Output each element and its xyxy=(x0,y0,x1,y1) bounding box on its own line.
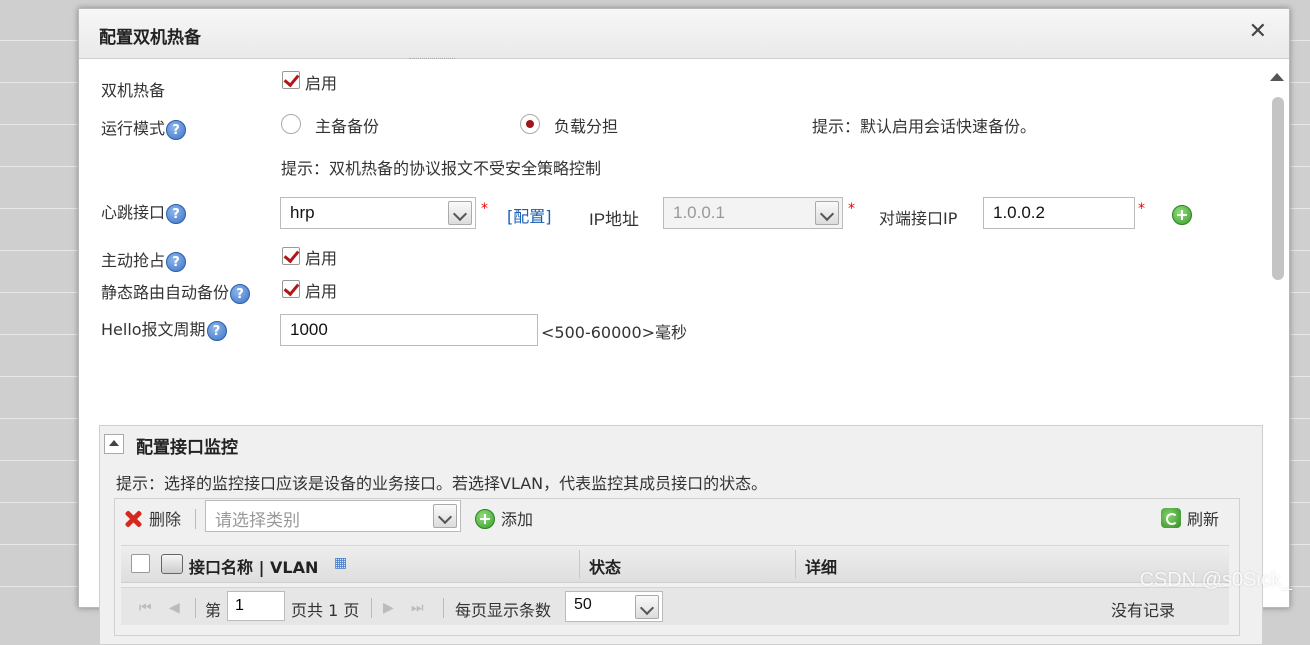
help-icon[interactable]: ? xyxy=(166,251,187,272)
heartbeat-interface-select[interactable]: hrp xyxy=(280,197,476,229)
prev-page-icon[interactable]: ◀ xyxy=(169,600,180,616)
pager-divider xyxy=(195,598,196,618)
interface-grid: 删除 请选择类别 添加 刷新 接口名称 | VLAN ▦ 状态 详细 ⏮ ◀ 第… xyxy=(114,498,1240,636)
grid-pager: ⏮ ◀ 第 页共 1 页 ▶ ⏭ 每页显示条数 50 没有记录 xyxy=(121,587,1229,625)
add-peer-icon[interactable] xyxy=(1172,205,1192,225)
pager-divider xyxy=(371,598,372,618)
refresh-button[interactable]: 刷新 xyxy=(1187,506,1219,530)
category-select[interactable]: 请选择类别 xyxy=(205,500,461,532)
interface-icon xyxy=(161,554,183,574)
add-button[interactable]: 添加 xyxy=(501,506,533,530)
next-page-icon[interactable]: ▶ xyxy=(383,600,394,616)
select-all-checkbox[interactable] xyxy=(131,554,150,573)
interface-monitor-panel: 配置接口监控 提示：选择的监控接口应该是设备的业务接口。若选择VLAN，代表监控… xyxy=(99,425,1263,645)
toolbar-divider xyxy=(195,509,196,529)
static-route-backup-label: 静态路由自动备份? xyxy=(101,279,251,304)
column-divider[interactable] xyxy=(795,550,796,578)
protocol-hint: 提示：双机热备的协议报文不受安全策略控制 xyxy=(281,159,602,178)
page-prefix: 第 xyxy=(205,601,222,620)
dropdown-arrow-icon[interactable] xyxy=(448,201,472,225)
dropdown-arrow-icon xyxy=(815,201,839,225)
first-page-icon[interactable]: ⏮ xyxy=(139,600,152,616)
page-suffix: 页共 1 页 xyxy=(291,601,360,620)
scrollbar-thumb[interactable] xyxy=(1272,97,1284,280)
help-icon[interactable]: ? xyxy=(166,119,187,140)
close-icon[interactable]: ✕ xyxy=(1249,19,1267,44)
monitor-hint: 提示：选择的监控接口应该是设备的业务接口。若选择VLAN，代表监控其成员接口的状… xyxy=(116,474,768,493)
required-mark: * xyxy=(848,201,855,217)
dialog-header: 配置双机热备 ✕ xyxy=(79,9,1289,59)
option-active-standby-label: 主备备份 xyxy=(315,117,380,136)
column-divider[interactable] xyxy=(579,550,580,578)
column-status[interactable]: 状态 xyxy=(589,554,621,578)
static-route-enable-label: 启用 xyxy=(305,282,338,301)
preempt-label: 主动抢占? xyxy=(101,247,187,272)
scroll-up-arrow-icon[interactable] xyxy=(1270,73,1284,81)
page-number-input[interactable] xyxy=(227,591,285,621)
help-icon[interactable]: ? xyxy=(206,320,227,341)
panel-title: 配置接口监控 xyxy=(136,438,238,458)
per-page-label: 每页显示条数 xyxy=(455,601,552,620)
static-route-backup-checkbox[interactable] xyxy=(282,280,300,298)
network-icon: ▦ xyxy=(334,555,348,571)
hello-period-input[interactable] xyxy=(280,314,538,346)
radio-active-standby[interactable] xyxy=(281,114,301,134)
watermark: CSDN @s0Sick_ xyxy=(1139,569,1292,591)
required-mark: * xyxy=(1138,201,1145,217)
hot-standby-checkbox[interactable] xyxy=(282,71,300,89)
hot-standby-label: 双机热备 xyxy=(101,81,166,100)
delete-icon[interactable] xyxy=(123,509,143,529)
hot-standby-enable-label: 启用 xyxy=(305,74,338,93)
column-detail[interactable]: 详细 xyxy=(805,554,837,578)
preempt-checkbox[interactable] xyxy=(282,247,300,265)
dropdown-arrow-icon[interactable] xyxy=(635,595,659,619)
heartbeat-label: 心跳接口? xyxy=(101,199,187,224)
config-link[interactable]: [配置] xyxy=(507,203,552,227)
peer-ip-label: 对端接口IP xyxy=(879,209,958,228)
required-mark: * xyxy=(481,201,488,217)
grid-toolbar: 删除 请选择类别 添加 刷新 xyxy=(115,499,1239,537)
hello-period-label: Hello报文周期? xyxy=(101,316,227,341)
dropdown-arrow-icon[interactable] xyxy=(433,504,457,528)
run-mode-label: 运行模式? xyxy=(101,115,187,140)
help-icon[interactable]: ? xyxy=(230,283,251,304)
hello-period-range: <500-60000>毫秒 xyxy=(541,323,688,342)
radio-load-sharing[interactable] xyxy=(520,114,540,134)
ip-address-select: 1.0.0.1 xyxy=(663,197,843,229)
delete-button[interactable]: 删除 xyxy=(149,506,181,530)
add-icon[interactable] xyxy=(475,509,495,529)
session-backup-hint: 提示：默认启用会话快速备份。 xyxy=(812,117,1037,136)
grid-header: 接口名称 | VLAN ▦ 状态 详细 xyxy=(121,545,1229,583)
ip-address-label: IP地址 xyxy=(589,210,640,229)
hot-standby-dialog: 配置双机热备 ✕ 双机热备 启用 运行模式? 主备备份 负载分担 提示：默认启用… xyxy=(78,8,1290,645)
help-icon[interactable]: ? xyxy=(166,203,187,224)
last-page-icon[interactable]: ⏭ xyxy=(411,600,424,616)
refresh-icon[interactable] xyxy=(1161,508,1181,528)
peer-ip-input[interactable] xyxy=(983,197,1135,229)
option-load-sharing-label: 负载分担 xyxy=(554,117,619,136)
preempt-enable-label: 启用 xyxy=(305,249,338,268)
dialog-body: 双机热备 启用 运行模式? 主备备份 负载分担 提示：默认启用会话快速备份。 提… xyxy=(85,59,1263,645)
column-interface-name[interactable]: 接口名称 | VLAN xyxy=(189,554,318,578)
per-page-select[interactable]: 50 xyxy=(565,591,663,622)
pager-divider xyxy=(443,598,444,618)
empty-records-text: 没有记录 xyxy=(1111,601,1176,620)
collapse-icon[interactable] xyxy=(104,434,124,454)
dialog-title: 配置双机热备 xyxy=(99,28,201,48)
